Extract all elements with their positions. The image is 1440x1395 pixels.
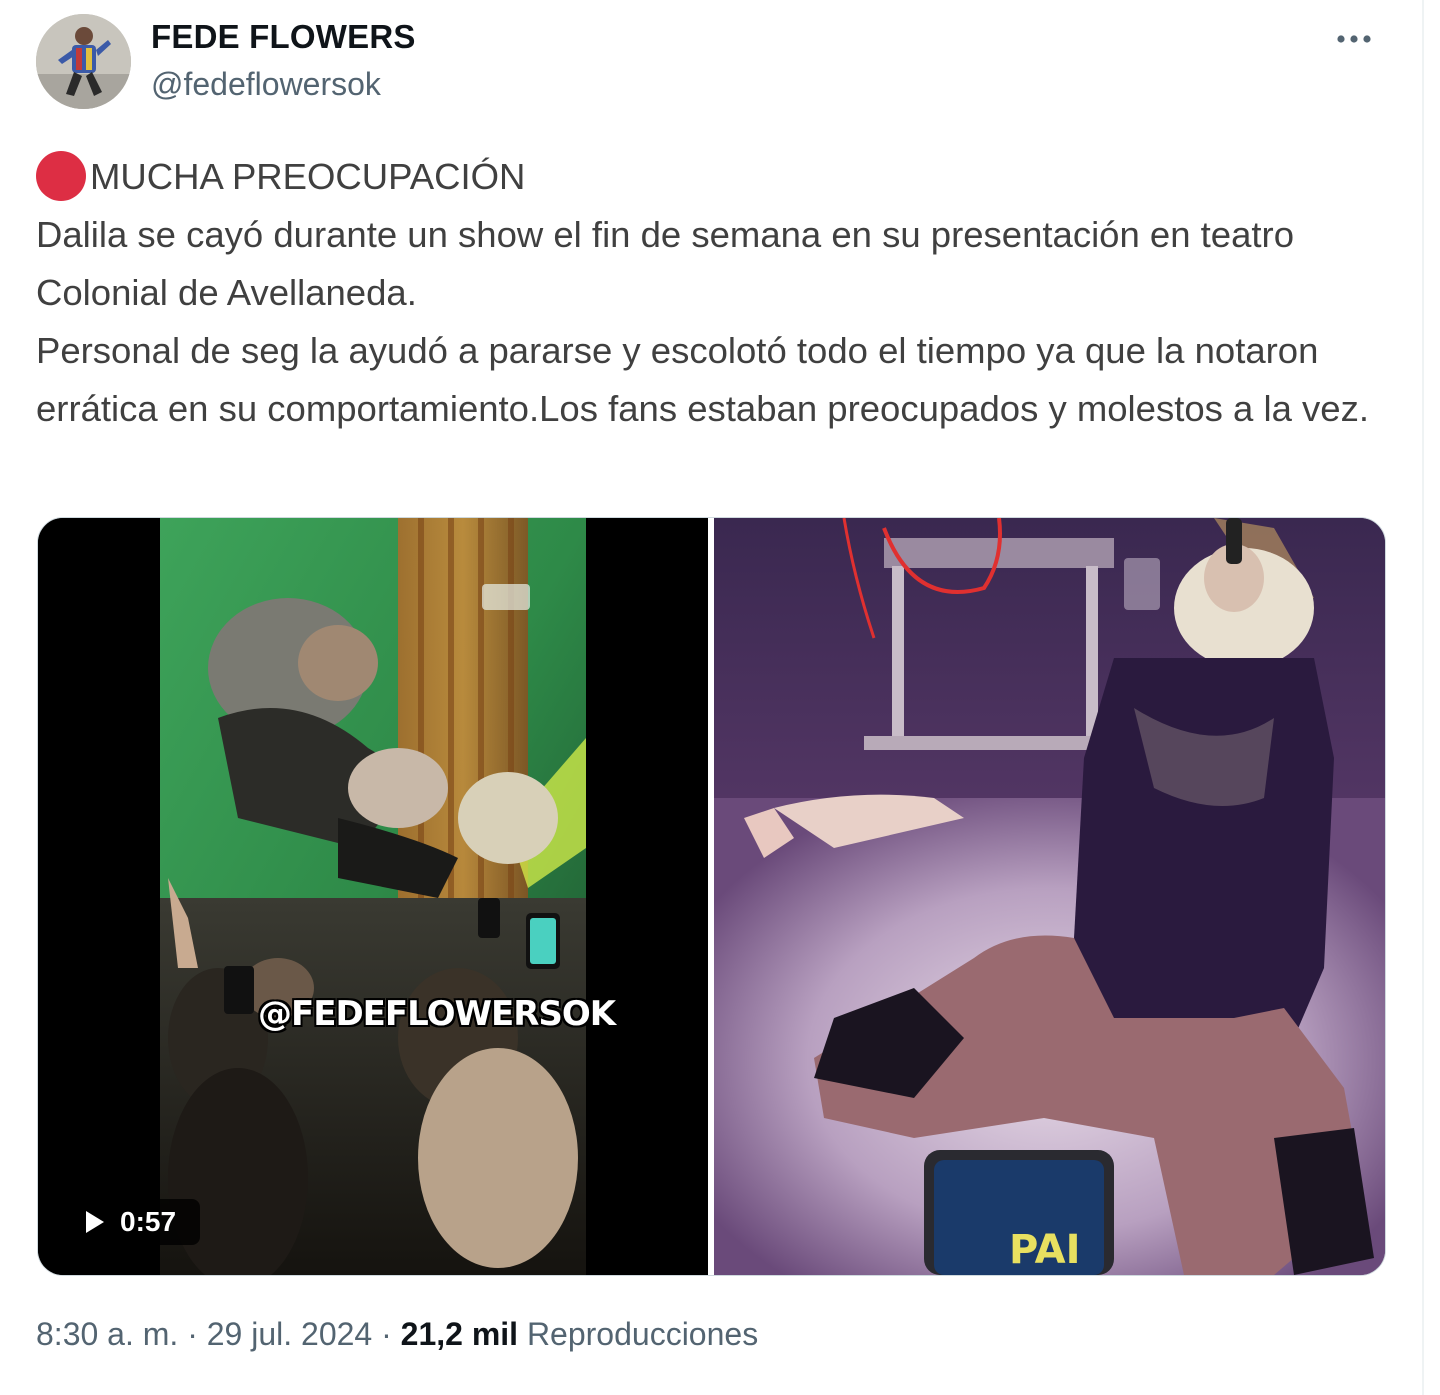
tweet-meta: 8:30 a. m. · 29 jul. 2024 · 21,2 mil Rep… <box>36 1316 758 1353</box>
more-options-button[interactable] <box>1330 18 1378 60</box>
tweet-paragraph-2: Personal de seg la ayudó a pararse y esc… <box>36 330 1369 429</box>
timeline-border <box>1422 0 1424 1395</box>
video-frame <box>38 518 708 1275</box>
meta-separator: · <box>178 1316 207 1352</box>
avatar-photo <box>36 14 131 109</box>
red-circle-icon <box>36 151 86 201</box>
tweet-paragraph-1: Dalila se cayó durante un show el fin de… <box>36 214 1295 313</box>
author-avatar[interactable] <box>36 14 131 109</box>
video-duration-badge[interactable]: 0:57 <box>74 1199 200 1245</box>
tweet-date[interactable]: 29 jul. 2024 <box>207 1316 372 1352</box>
play-icon <box>74 1199 114 1245</box>
video-thumbnail[interactable]: @FEDEFLOWERSOK 0:57 <box>38 518 708 1275</box>
tweet-text: MUCHA PREOCUPACIÓN Dalila se cayó durant… <box>36 148 1406 438</box>
photo-image: PAI <box>714 518 1385 1275</box>
tweet-headline-text: MUCHA PREOCUPACIÓN <box>90 156 526 197</box>
video-watermark: @FEDEFLOWERSOK <box>257 993 617 1035</box>
views-label: Reproducciones <box>526 1316 759 1352</box>
views-count: 21,2 mil <box>400 1316 519 1352</box>
video-duration: 0:57 <box>120 1206 177 1237</box>
author-handle[interactable]: @fedeflowersok <box>151 66 381 103</box>
tweet-headline: MUCHA PREOCUPACIÓN <box>36 148 1406 206</box>
phone-screen-text: PAI <box>1009 1227 1080 1273</box>
tweet-time[interactable]: 8:30 a. m. <box>36 1316 178 1352</box>
media-grid: @FEDEFLOWERSOK 0:57 PAI <box>37 517 1386 1276</box>
photo-thumbnail[interactable]: PAI <box>714 518 1385 1275</box>
author-name[interactable]: FEDE FLOWERS <box>151 18 416 56</box>
meta-separator: · <box>372 1316 401 1352</box>
ellipsis-icon <box>1337 35 1371 43</box>
